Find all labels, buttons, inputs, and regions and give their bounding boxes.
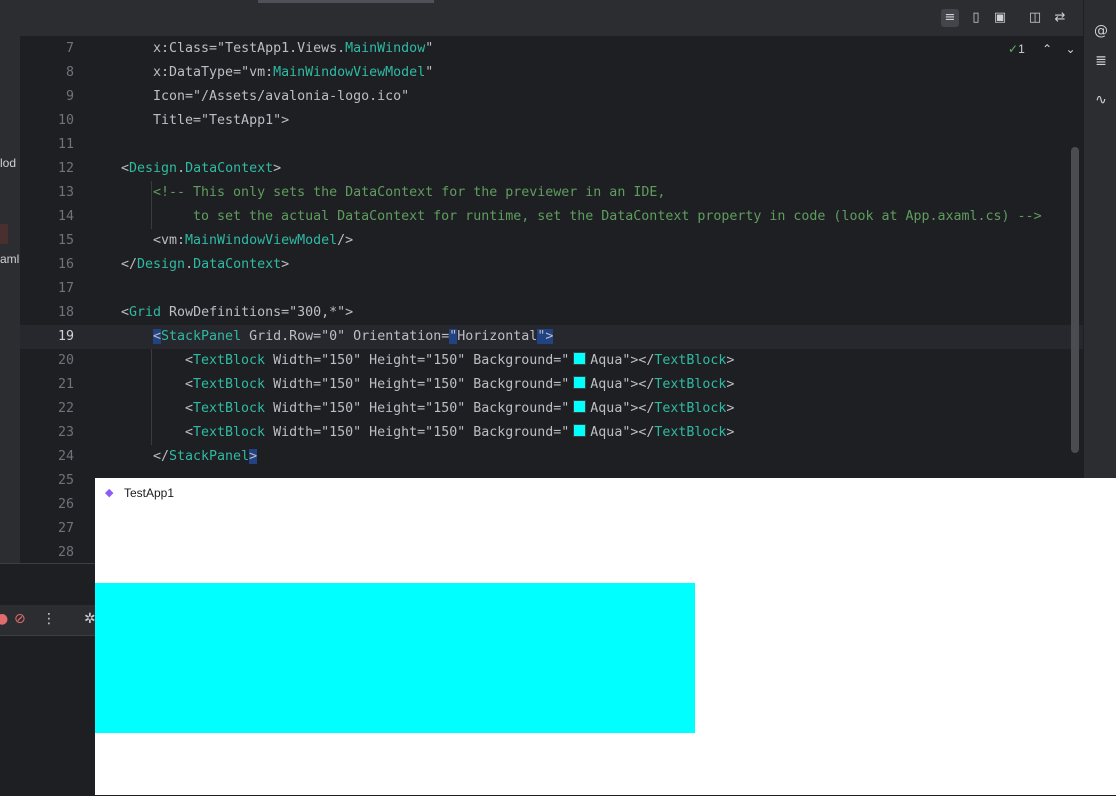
line-number: 19: [57, 329, 74, 344]
line-number: 21: [57, 377, 74, 392]
line-number: 20: [57, 353, 74, 368]
code-line: 22 <TextBlock Width="150" Height="150" B…: [20, 397, 1083, 421]
more-icon[interactable]: ⋮: [42, 611, 56, 627]
code-text: </Design.DataContext>: [121, 257, 290, 272]
right-tool-strip: @ ≣ ∿: [1083, 0, 1116, 480]
code-text: <TextBlock Width="150" Height="150" Back…: [185, 400, 735, 416]
tab-indicator: [258, 0, 434, 3]
line-number: 10: [57, 113, 74, 128]
code-line: 24 </StackPanel>: [20, 445, 1083, 469]
text-block: [545, 583, 695, 733]
editor-toolbar: ≡ ▯ ▣ ◫ ⇄: [20, 0, 1083, 37]
code-text: Title="TestApp1">: [153, 113, 290, 128]
line-number: 7: [65, 41, 74, 56]
code-line: 12 <Design.DataContext>: [20, 157, 1083, 181]
line-number: 28: [57, 545, 74, 560]
code-text: <Design.DataContext>: [121, 161, 282, 176]
line-number: 15: [57, 233, 74, 248]
code-text: Icon="/Assets/avalonia-logo.ico": [153, 89, 410, 104]
code-comment: <!-- This only sets the DataContext for …: [153, 185, 666, 200]
editor-scrollbar[interactable]: [1071, 147, 1079, 453]
window-title: TestApp1: [124, 486, 175, 500]
code-line: 7 x:Class="TestApp1.Views.MainWindow": [20, 37, 1083, 61]
line-number: 13: [57, 185, 74, 200]
code-line: 21 <TextBlock Width="150" Height="150" B…: [20, 373, 1083, 397]
app-preview-window[interactable]: ◆ TestApp1: [95, 478, 1116, 795]
line-number: 24: [57, 449, 74, 464]
code-text: <Grid RowDefinitions="300,*">: [121, 305, 354, 320]
ai-assistant-icon[interactable]: @: [1092, 22, 1110, 40]
line-number: 23: [57, 425, 74, 440]
code-line: 9 Icon="/Assets/avalonia-logo.ico": [20, 85, 1083, 109]
code-line: 11: [20, 133, 1083, 157]
code-line: 8 x:DataType="vm:MainWindowViewModel": [20, 61, 1083, 85]
swap-icon[interactable]: ⇄: [1051, 9, 1069, 27]
code-line-current: 19 <StackPanel Grid.Row="0" Orientation=…: [20, 325, 1083, 349]
line-number: 9: [65, 89, 74, 104]
code-line: 18 <Grid RowDefinitions="300,*">: [20, 301, 1083, 325]
code-line: 10 Title="TestApp1">: [20, 109, 1083, 133]
code-text: <TextBlock Width="150" Height="150" Back…: [185, 352, 735, 368]
color-swatch-icon[interactable]: [573, 352, 587, 365]
color-swatch-icon[interactable]: [573, 400, 587, 413]
preview-titlebar[interactable]: ◆ TestApp1: [95, 478, 1116, 508]
project-item-fragment[interactable]: lod: [0, 156, 16, 170]
text-block: [245, 583, 395, 733]
code-text: </StackPanel>: [153, 449, 258, 464]
stop-icon[interactable]: ●: [0, 611, 8, 627]
code-line: 16 </Design.DataContext>: [20, 253, 1083, 277]
line-number: 25: [57, 473, 74, 488]
error-marker: [0, 224, 8, 244]
preview-view-icon[interactable]: ▣: [991, 9, 1009, 27]
debug-icon[interactable]: ✲: [84, 611, 96, 627]
line-number: 18: [57, 305, 74, 320]
text-block: [395, 583, 545, 733]
code-text: x:Class="TestApp1.Views.MainWindow": [153, 41, 434, 56]
code-line: 13 <!-- This only sets the DataContext f…: [20, 181, 1083, 205]
code-line: 20 <TextBlock Width="150" Height="150" B…: [20, 349, 1083, 373]
line-number: 14: [57, 209, 74, 224]
code-text: <StackPanel Grid.Row="0" Orientation="Ho…: [153, 329, 554, 344]
line-number: 8: [65, 65, 74, 80]
line-number: 11: [57, 137, 74, 152]
code-line: 14 to set the actual DataContext for run…: [20, 205, 1083, 229]
line-number: 12: [57, 161, 74, 176]
project-item-fragment[interactable]: aml: [0, 252, 19, 266]
code-view-icon[interactable]: ≡: [941, 9, 959, 27]
code-line: 17: [20, 277, 1083, 301]
layout-icon[interactable]: ◫: [1026, 9, 1044, 27]
color-swatch-icon[interactable]: [573, 424, 587, 437]
database-icon[interactable]: ≣: [1092, 52, 1110, 70]
code-line: 15 <vm:MainWindowViewModel/>: [20, 229, 1083, 253]
line-number: 17: [57, 281, 74, 296]
color-swatch-icon[interactable]: [573, 376, 587, 389]
line-number: 27: [57, 521, 74, 536]
code-text: x:DataType="vm:MainWindowViewModel": [153, 65, 434, 80]
mute-breakpoints-icon[interactable]: ⊘: [14, 611, 26, 627]
text-block: [95, 583, 245, 733]
code-comment: to set the actual DataContext for runtim…: [193, 209, 1042, 224]
avalonia-logo-icon: ◆: [105, 486, 114, 499]
code-text: <TextBlock Width="150" Height="150" Back…: [185, 424, 735, 440]
activity-icon[interactable]: ∿: [1092, 91, 1110, 109]
code-text: <vm:MainWindowViewModel/>: [153, 233, 354, 248]
code-line: 23 <TextBlock Width="150" Height="150" B…: [20, 421, 1083, 445]
run-panel: [0, 563, 95, 796]
code-text: <TextBlock Width="150" Height="150" Back…: [185, 376, 735, 392]
line-number: 22: [57, 401, 74, 416]
split-view-icon[interactable]: ▯: [967, 9, 985, 27]
line-number: 26: [57, 497, 74, 512]
run-toolbar: ● ⊘ ⋮ ✲: [0, 605, 96, 636]
line-number: 16: [57, 257, 74, 272]
